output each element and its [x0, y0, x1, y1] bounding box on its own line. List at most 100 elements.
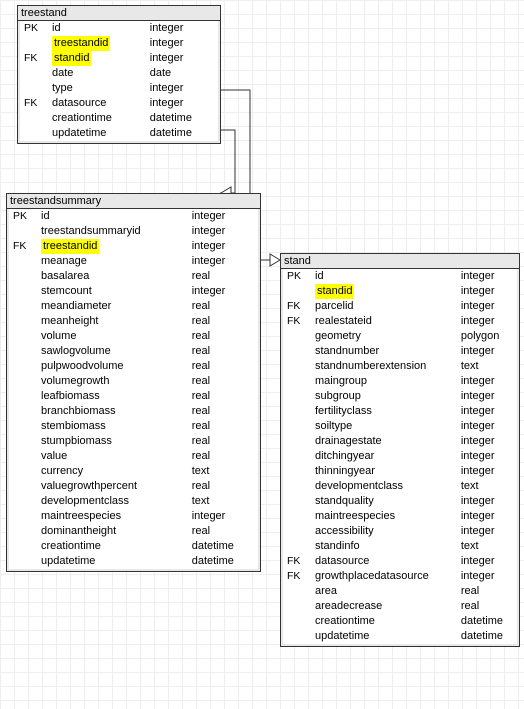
- column-row: FKstandidinteger: [20, 51, 218, 66]
- column-row: meanageinteger: [9, 254, 258, 269]
- column-type: integer: [457, 524, 517, 539]
- column-row: standqualityinteger: [283, 494, 517, 509]
- column-type: integer: [146, 96, 218, 111]
- column-name: thinningyear: [311, 464, 457, 479]
- column-row: meandiameterreal: [9, 299, 258, 314]
- columns-table: PKidintegertreestandidintegerFKstandidin…: [20, 21, 218, 141]
- column-name: standid: [311, 284, 457, 299]
- key-indicator: FK: [9, 239, 37, 254]
- column-type: integer: [457, 284, 517, 299]
- key-indicator: [9, 404, 37, 419]
- column-type: integer: [457, 494, 517, 509]
- column-type: text: [457, 359, 517, 374]
- column-row: branchbiomassreal: [9, 404, 258, 419]
- column-row: FKparcelidinteger: [283, 299, 517, 314]
- column-type: integer: [146, 51, 218, 66]
- column-name: geometry: [311, 329, 457, 344]
- column-row: fertilityclassinteger: [283, 404, 517, 419]
- key-indicator: [20, 81, 48, 96]
- column-row: basalareareal: [9, 269, 258, 284]
- entity-treestand[interactable]: treestand PKidintegertreestandidintegerF…: [17, 5, 221, 144]
- key-indicator: [283, 539, 311, 554]
- column-type: real: [188, 269, 258, 284]
- column-row: maingroupinteger: [283, 374, 517, 389]
- key-indicator: [9, 464, 37, 479]
- column-type: integer: [457, 434, 517, 449]
- column-type: date: [146, 66, 218, 81]
- key-indicator: [20, 111, 48, 126]
- column-name: creationtime: [311, 614, 457, 629]
- column-name: accessibility: [311, 524, 457, 539]
- column-name: datasource: [48, 96, 146, 111]
- column-type: integer: [457, 269, 517, 284]
- column-type: text: [457, 539, 517, 554]
- column-type: datetime: [457, 614, 517, 629]
- key-indicator: [283, 479, 311, 494]
- column-name: updatetime: [311, 629, 457, 644]
- column-type: text: [188, 464, 258, 479]
- column-name: standnumberextension: [311, 359, 457, 374]
- highlighted-column: treestandid: [52, 36, 110, 51]
- column-type: integer: [188, 224, 258, 239]
- column-name: maintreespecies: [37, 509, 188, 524]
- column-type: real: [188, 389, 258, 404]
- column-type: real: [188, 344, 258, 359]
- column-row: FKtreestandidinteger: [9, 239, 258, 254]
- key-indicator: [9, 374, 37, 389]
- column-row: accessibilityinteger: [283, 524, 517, 539]
- column-type: real: [188, 404, 258, 419]
- columns-table: PKidintegertreestandsummaryidintegerFKtr…: [9, 209, 258, 569]
- highlighted-column: standid: [315, 284, 354, 299]
- column-name: stembiomass: [37, 419, 188, 434]
- key-indicator: [9, 269, 37, 284]
- column-type: real: [457, 584, 517, 599]
- column-type: integer: [188, 284, 258, 299]
- column-type: real: [457, 599, 517, 614]
- key-indicator: [283, 599, 311, 614]
- column-name: standquality: [311, 494, 457, 509]
- column-row: sawlogvolumereal: [9, 344, 258, 359]
- column-row: thinningyearinteger: [283, 464, 517, 479]
- column-type: integer: [146, 21, 218, 36]
- entity-stand[interactable]: stand PKidintegerstandidintegerFKparceli…: [280, 253, 520, 647]
- column-row: creationtimedatetime: [9, 539, 258, 554]
- column-row: developmentclasstext: [9, 494, 258, 509]
- key-indicator: [283, 329, 311, 344]
- key-indicator: [283, 584, 311, 599]
- column-name: parcelid: [311, 299, 457, 314]
- entity-treestandsummary[interactable]: treestandsummary PKidintegertreestandsum…: [6, 193, 261, 572]
- column-row: FKdatasourceinteger: [20, 96, 218, 111]
- key-indicator: [20, 66, 48, 81]
- key-indicator: [9, 299, 37, 314]
- column-type: integer: [457, 404, 517, 419]
- key-indicator: FK: [20, 51, 48, 66]
- column-row: FKgrowthplacedatasourceinteger: [283, 569, 517, 584]
- column-type: datetime: [188, 539, 258, 554]
- column-row: standid integer: [283, 284, 517, 299]
- column-type: integer: [457, 419, 517, 434]
- column-name: id: [48, 21, 146, 36]
- column-name: value: [37, 449, 188, 464]
- key-indicator: [283, 494, 311, 509]
- column-row: FKdatasourceinteger: [283, 554, 517, 569]
- column-row: updatetimedatetime: [9, 554, 258, 569]
- column-type: integer: [457, 554, 517, 569]
- column-type: real: [188, 449, 258, 464]
- key-indicator: FK: [283, 554, 311, 569]
- key-indicator: FK: [20, 96, 48, 111]
- column-type: integer: [146, 81, 218, 96]
- column-name: volumegrowth: [37, 374, 188, 389]
- column-type: integer: [188, 209, 258, 224]
- entity-title: stand: [281, 254, 519, 269]
- key-indicator: [9, 314, 37, 329]
- column-name: standnumber: [311, 344, 457, 359]
- key-indicator: [9, 344, 37, 359]
- key-indicator: PK: [283, 269, 311, 284]
- column-row: valuegrowthpercentreal: [9, 479, 258, 494]
- column-name: creationtime: [48, 111, 146, 126]
- column-row: meanheightreal: [9, 314, 258, 329]
- column-name: growthplacedatasource: [311, 569, 457, 584]
- column-type: integer: [457, 374, 517, 389]
- column-type: integer: [457, 299, 517, 314]
- column-type: integer: [457, 314, 517, 329]
